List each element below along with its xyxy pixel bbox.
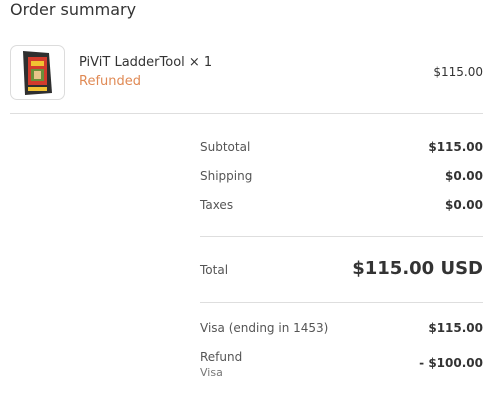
product-status: Refunded — [79, 74, 142, 89]
refund-label: Refund — [200, 350, 243, 364]
shipping-label: Shipping — [200, 169, 253, 183]
product-thumbnail — [10, 45, 65, 100]
product-quantity: × 1 — [188, 55, 213, 70]
divider — [200, 302, 483, 303]
shipping-row: Shipping $0.00 — [200, 169, 483, 183]
subtotal-value: $115.00 — [428, 140, 483, 154]
total-value: $115.00 USD — [352, 258, 483, 279]
subtotal-row: Subtotal $115.00 — [200, 140, 483, 154]
refund-method: Visa — [200, 366, 223, 379]
payment-card-label: Visa (ending in 1453) — [200, 321, 329, 335]
refund-value: - $100.00 — [419, 356, 483, 370]
divider — [200, 236, 483, 237]
product-name: PiViT LadderTool × 1 — [79, 55, 212, 70]
product-package-icon — [23, 51, 52, 95]
taxes-label: Taxes — [200, 198, 234, 212]
shipping-value: $0.00 — [445, 169, 483, 183]
order-line-item: PiViT LadderTool × 1 Refunded $115.00 — [10, 45, 483, 100]
order-summary-heading: Order summary — [10, 0, 137, 19]
product-price: $115.00 — [433, 65, 483, 79]
product-name-text: PiViT LadderTool — [79, 55, 185, 70]
payment-card-row: Visa (ending in 1453) $115.00 — [200, 321, 483, 335]
payment-card-value: $115.00 — [428, 321, 483, 335]
divider — [10, 113, 483, 114]
subtotal-label: Subtotal — [200, 140, 251, 154]
taxes-value: $0.00 — [445, 198, 483, 212]
refund-row: Refund - $100.00 — [200, 350, 483, 370]
total-label: Total — [200, 263, 229, 277]
taxes-row: Taxes $0.00 — [200, 198, 483, 212]
